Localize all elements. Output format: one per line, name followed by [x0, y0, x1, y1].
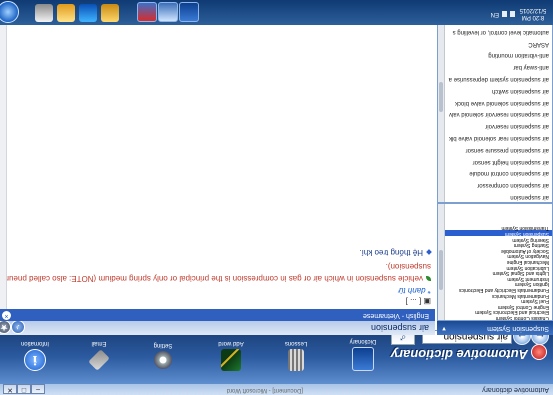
asterisk-icon: * — [425, 286, 431, 295]
category-item[interactable]: Suspension System — [438, 230, 552, 237]
taskbar-explorer-icon[interactable] — [35, 4, 53, 22]
word-list-item[interactable]: air suspension system depressurise a — [438, 72, 552, 84]
info-icon: i — [24, 349, 46, 371]
definition-text: suspension). — [385, 262, 431, 271]
toolbar-label: Infomation — [20, 340, 50, 346]
word-list-scrollbar[interactable] — [438, 12, 445, 202]
leaf-bullet-icon — [426, 276, 431, 281]
category-item[interactable]: Transmission System — [438, 225, 552, 232]
word-list-item[interactable]: air suspension compressor — [438, 178, 552, 190]
book-icon — [352, 347, 374, 371]
taskbar-files-icon[interactable] — [101, 4, 119, 22]
taskbar-ie-icon[interactable] — [79, 4, 97, 22]
entry-headword: air suspension — [370, 323, 429, 333]
maximize-button[interactable]: □ — [17, 384, 31, 394]
speaker-icon[interactable]: ♪ — [11, 320, 25, 334]
toolbar-label: Setting — [153, 342, 173, 348]
close-window-button[interactable]: ✕ — [3, 384, 17, 394]
close-entry-icon[interactable]: × — [2, 311, 11, 320]
definition-text: vehicle suspension in which air or gas i… — [0, 274, 423, 283]
entry-header: air suspension ♪ ★ — [0, 320, 435, 335]
taskbar: 8:20 PM 5/12/2015 EN — [0, 0, 553, 25]
tray-language[interactable]: EN — [491, 11, 499, 17]
pronunciation-text: [ ... ] — [405, 297, 422, 306]
content-scrollbar[interactable] — [0, 11, 7, 309]
window-title: Automotive dictionary — [482, 386, 549, 393]
app-window: Automotive dictionary [Document] - Micro… — [0, 0, 553, 395]
tray-date: 5/12/2015 — [519, 7, 547, 13]
word-list-item[interactable]: air suspension switch — [438, 84, 552, 96]
category-dropdown[interactable]: Suspension System ▼ — [437, 321, 553, 335]
logo-badge-icon — [531, 344, 547, 360]
word-list-item[interactable]: anti-vibration mounting — [438, 49, 552, 61]
translation: Hệ thống treo khí. — [359, 248, 432, 257]
window-subtitle: [Document] - Microsoft Word — [226, 387, 303, 393]
word-list-item[interactable]: air suspension pressure sensor — [438, 143, 552, 155]
minimize-button[interactable]: – — [31, 384, 45, 394]
entry-content: ▣ [ ... ] * danh từ vehicle suspension i… — [0, 11, 435, 309]
tray-clock[interactable]: 8:20 PM 5/12/2015 — [519, 6, 547, 20]
part-of-speech: * danh từ — [398, 286, 431, 295]
toolbar-label: Lessons — [284, 340, 308, 346]
category-item[interactable]: Chassis Control System — [438, 314, 552, 321]
volume-icon[interactable] — [510, 11, 515, 17]
gear-icon — [154, 351, 172, 369]
word-list-item[interactable]: ASARC — [438, 37, 552, 49]
start-button[interactable] — [0, 1, 19, 23]
taskbar-automotive-dictionary-icon[interactable] — [137, 2, 157, 22]
app-name: Automotive dictionary — [390, 347, 528, 362]
taskbar-folder-icon[interactable] — [57, 4, 75, 22]
app-banner: Automotive dictionary Dictionary Lessons… — [0, 327, 553, 384]
language-bar: English - Vietnamese × — [0, 309, 435, 321]
word-list-item[interactable]: air suspension reservoir solenoid valv — [438, 108, 552, 120]
scrollbar-thumb[interactable] — [439, 82, 443, 112]
network-icon[interactable] — [502, 11, 507, 17]
word-list: air suspension air suspension compressor a… — [437, 11, 553, 203]
category-item[interactable]: Engine Control System — [438, 303, 552, 310]
envelope-icon — [88, 349, 110, 371]
word-list-item[interactable]: automatic level control, or levelling s — [438, 25, 552, 37]
word-list-item[interactable]: air suspension control module — [438, 167, 552, 179]
speaker-small-icon: ▣ — [421, 297, 431, 306]
translation-text: Hệ thống treo khí. — [359, 248, 423, 257]
word-list-item[interactable]: air suspension rear solenoid valve blk — [438, 131, 552, 143]
notebook-pen-icon — [221, 349, 241, 371]
word-list-item[interactable]: anti-sway bar — [438, 60, 552, 72]
word-list-item[interactable]: air suspension — [438, 190, 552, 202]
definition-line: vehicle suspension in which air or gas i… — [0, 274, 431, 283]
toolbar-label: Add word — [218, 340, 244, 346]
taskbar-document-icon[interactable] — [158, 2, 178, 22]
category-item[interactable]: Society of Automobile — [438, 247, 552, 254]
books-icon — [288, 349, 304, 371]
word-list-item[interactable]: air suspension reservoir — [438, 119, 552, 131]
chevron-down-icon: ▼ — [441, 325, 447, 331]
word-list-item[interactable]: air suspension solenoid valve block — [438, 96, 552, 108]
taskbar-app-icon[interactable] — [179, 2, 199, 22]
category-selected-value: Suspension System — [487, 325, 549, 332]
scrollbar-thumb[interactable] — [439, 250, 443, 290]
toolbar-label: Email — [91, 340, 107, 346]
tray-time: 8:20 PM — [521, 14, 545, 20]
category-item[interactable]: Fundamentals Electricity and Electronics — [438, 286, 552, 293]
category-item[interactable]: Mechanical Engine — [438, 258, 552, 265]
definition-line: suspension). — [386, 262, 431, 271]
pronunciation: ▣ [ ... ] — [406, 297, 431, 306]
diamond-bullet-icon — [426, 249, 432, 255]
language-pair: English - Vietnamese — [362, 312, 429, 319]
system-tray: 8:20 PM 5/12/2015 EN — [479, 4, 549, 22]
category-list: Chassis Control System Electrical and Ele… — [437, 203, 553, 321]
category-item[interactable]: Instrument System — [438, 275, 552, 282]
part-of-speech-text: danh từ — [398, 286, 426, 295]
category-scrollbar[interactable] — [438, 204, 445, 320]
title-bar: Automotive dictionary [Document] - Micro… — [0, 383, 553, 395]
favorite-icon[interactable]: ★ — [0, 320, 11, 334]
word-list-item[interactable]: air suspension height sensor — [438, 155, 552, 167]
